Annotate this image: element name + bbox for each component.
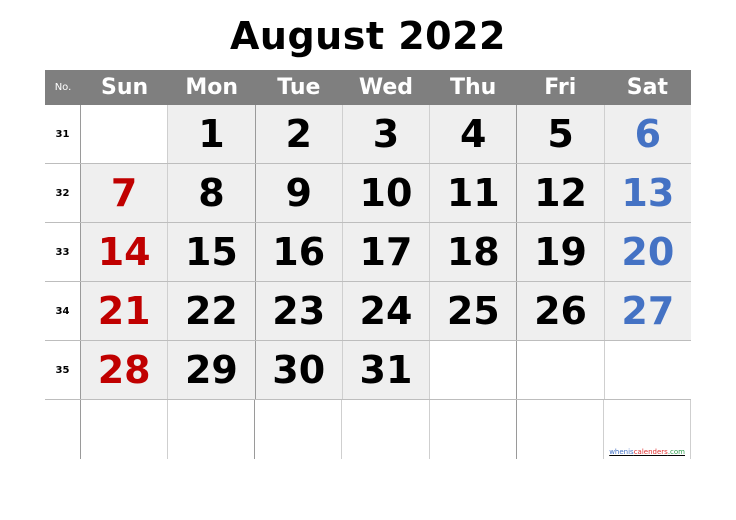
day-cell: 10 <box>342 164 431 222</box>
weekday-fri: Fri <box>544 75 577 100</box>
week-number: 34 <box>45 282 81 340</box>
day-cell: 4 <box>430 105 518 163</box>
day-cell: 31 <box>342 341 431 399</box>
weekday-tue: Tue <box>277 75 321 100</box>
weekday-thu: Thu <box>449 75 497 100</box>
week-number: 31 <box>45 105 81 163</box>
week-row: 33 14 15 16 17 18 19 20 <box>45 223 691 282</box>
day-cell: 13 <box>604 164 691 222</box>
day-cell: 3 <box>342 105 431 163</box>
day-cell: 9 <box>255 164 343 222</box>
empty-day-cell <box>81 400 169 459</box>
day-cell: 2 <box>255 105 343 163</box>
week-row: 31 1 2 3 4 5 6 <box>45 105 691 164</box>
website-credit-link[interactable]: wheniscalenders.com <box>609 448 685 456</box>
weekday-sun: Sun <box>100 75 149 100</box>
calendar-title: August 2022 <box>230 14 506 58</box>
day-cell: 16 <box>255 223 343 281</box>
day-cell: 1 <box>168 105 256 163</box>
empty-day-cell <box>430 341 518 399</box>
week-row: 32 7 8 9 10 11 12 13 <box>45 164 691 223</box>
day-cell: 25 <box>430 282 518 340</box>
weekday-mon: Mon <box>185 75 239 100</box>
week-number-header: No. <box>54 82 72 93</box>
day-cell: 22 <box>168 282 256 340</box>
day-cell: 21 <box>81 282 169 340</box>
day-cell: 19 <box>517 223 605 281</box>
day-cell: 30 <box>255 341 343 399</box>
day-cell: 7 <box>81 164 169 222</box>
week-row: 35 28 29 30 31 <box>45 341 691 400</box>
empty-day-cell <box>342 400 430 459</box>
credit-text-part1: whenis <box>609 448 634 456</box>
weekday-wed: Wed <box>358 75 414 100</box>
calendar-grid: No. Sun Mon Tue Wed Thu Fri Sat 31 1 2 3 4 5 6… <box>45 70 691 459</box>
day-cell: 15 <box>168 223 256 281</box>
weekday-sat: Sat <box>626 75 669 100</box>
week-number: 32 <box>45 164 81 222</box>
day-cell: 14 <box>81 223 169 281</box>
empty-day-cell <box>430 400 517 459</box>
day-cell: 8 <box>168 164 256 222</box>
credit-text-part3: .com <box>667 448 685 456</box>
weekday-header: No. Sun Mon Tue Wed Thu Fri Sat <box>45 70 691 105</box>
credit-text-part2: calenders <box>633 448 668 456</box>
day-cell: 17 <box>342 223 431 281</box>
empty-day-cell <box>255 400 343 459</box>
day-cell: 26 <box>517 282 605 340</box>
empty-day-cell <box>517 341 605 399</box>
week-number: 35 <box>45 341 81 399</box>
empty-day-cell <box>81 105 169 163</box>
empty-day-cell <box>168 400 256 459</box>
week-number <box>45 400 81 459</box>
week-row: wheniscalenders.com <box>45 400 691 459</box>
empty-day-cell <box>605 341 691 399</box>
day-cell: 5 <box>517 105 605 163</box>
day-cell: 27 <box>604 282 691 340</box>
empty-day-cell <box>517 400 604 459</box>
day-cell: 12 <box>517 164 605 222</box>
day-cell: 23 <box>255 282 343 340</box>
week-number: 33 <box>45 223 81 281</box>
day-cell: 20 <box>604 223 691 281</box>
day-cell: 28 <box>81 341 169 399</box>
day-cell: 24 <box>342 282 431 340</box>
day-cell: 11 <box>430 164 518 222</box>
day-cell: 18 <box>430 223 518 281</box>
week-row: 34 21 22 23 24 25 26 27 <box>45 282 691 341</box>
day-cell: 6 <box>604 105 691 163</box>
day-cell: 29 <box>168 341 256 399</box>
